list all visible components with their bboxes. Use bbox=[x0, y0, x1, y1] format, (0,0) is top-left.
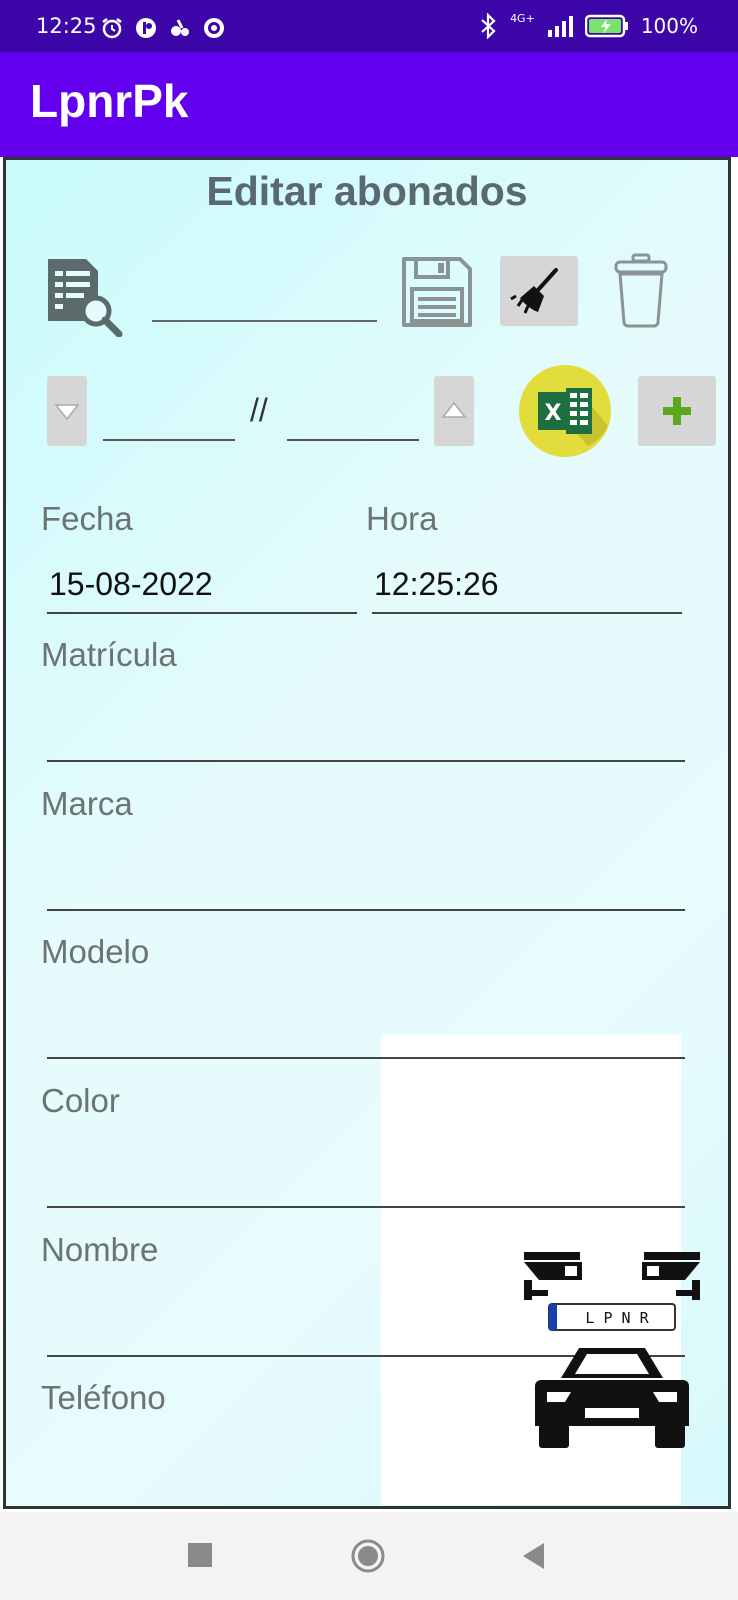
signal-icon bbox=[547, 16, 573, 37]
app-notification-icon-2 bbox=[171, 19, 189, 36]
svg-text:X: X bbox=[545, 401, 562, 426]
save-button[interactable] bbox=[400, 255, 474, 333]
home-button[interactable] bbox=[350, 1538, 386, 1574]
status-bar: 12:25 4G+ 100% bbox=[0, 0, 738, 52]
triangle-down-icon bbox=[54, 404, 80, 421]
app-notification-icon bbox=[136, 18, 156, 38]
network-label: 4G+ bbox=[510, 11, 535, 25]
alarm-icon bbox=[102, 18, 122, 39]
record-separator: // bbox=[250, 392, 268, 428]
lpnr-logo: L P N R bbox=[521, 1250, 703, 1459]
edit-subscribers-screen: Editar abonados // X Fecha Hora 15-08-20… bbox=[3, 157, 731, 1509]
nombre-label: Nombre bbox=[41, 1231, 159, 1268]
search-list-icon bbox=[48, 259, 123, 338]
color-label: Color bbox=[41, 1082, 120, 1119]
fecha-underline bbox=[47, 612, 357, 614]
app-bar: LpnrPk bbox=[0, 52, 738, 157]
target-icon bbox=[204, 18, 224, 38]
add-button[interactable] bbox=[638, 376, 716, 446]
matricula-field[interactable] bbox=[47, 760, 685, 762]
system-status: 4G+ 100% bbox=[478, 11, 698, 39]
marca-field[interactable] bbox=[47, 909, 685, 911]
system-navigation-bar bbox=[0, 1512, 738, 1600]
page-title: Editar abonados bbox=[206, 168, 528, 214]
battery-level: 100% bbox=[640, 14, 698, 38]
trash-icon bbox=[614, 253, 668, 328]
fecha-field[interactable]: 15-08-2022 bbox=[49, 566, 213, 603]
modelo-field[interactable] bbox=[47, 1057, 685, 1059]
recents-button[interactable] bbox=[188, 1543, 212, 1567]
search-input[interactable] bbox=[152, 320, 377, 322]
search-list-button[interactable] bbox=[44, 257, 124, 341]
hora-underline bbox=[372, 612, 682, 614]
bluetooth-icon bbox=[481, 13, 496, 39]
hora-label: Hora bbox=[366, 500, 438, 537]
excel-icon: X bbox=[519, 365, 611, 457]
notification-icons bbox=[100, 16, 226, 40]
previous-record-button[interactable] bbox=[47, 376, 87, 446]
camera-car-logo-icon: L P N R bbox=[524, 1252, 700, 1448]
plus-icon bbox=[663, 397, 691, 425]
color-field[interactable] bbox=[47, 1206, 685, 1208]
matricula-label: Matrícula bbox=[41, 636, 177, 673]
record-to-input[interactable] bbox=[287, 439, 419, 441]
battery-icon bbox=[584, 14, 628, 38]
clear-button[interactable] bbox=[500, 256, 578, 326]
hora-field[interactable]: 12:25:26 bbox=[374, 566, 499, 603]
record-from-input[interactable] bbox=[103, 439, 235, 441]
modelo-label: Modelo bbox=[41, 933, 150, 970]
next-record-button[interactable] bbox=[434, 376, 474, 446]
status-time: 12:25 bbox=[36, 14, 97, 38]
back-button[interactable] bbox=[520, 1541, 548, 1571]
triangle-up-icon bbox=[441, 401, 467, 418]
export-excel-button[interactable]: X bbox=[518, 364, 612, 462]
delete-button[interactable] bbox=[613, 252, 669, 332]
app-title: LpnrPk bbox=[30, 75, 189, 127]
broom-icon bbox=[510, 268, 558, 314]
plate-text: L P N R bbox=[585, 1309, 649, 1327]
fecha-label: Fecha bbox=[41, 500, 133, 537]
telefono-label: Teléfono bbox=[41, 1379, 166, 1416]
save-icon bbox=[402, 257, 472, 327]
marca-label: Marca bbox=[41, 785, 133, 822]
